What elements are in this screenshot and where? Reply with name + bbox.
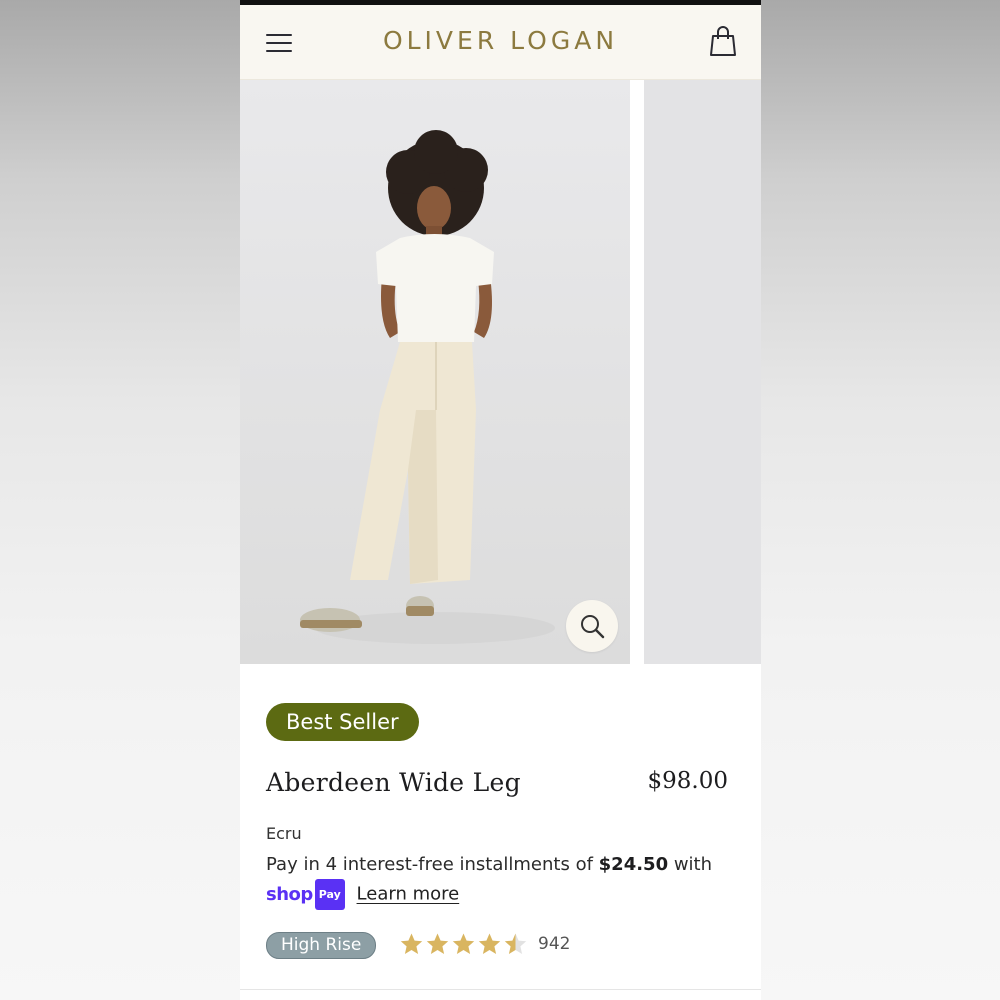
high-rise-badge: High Rise bbox=[266, 932, 377, 959]
installments-message: Pay in 4 interest-free installments of $… bbox=[266, 850, 746, 910]
magnifier-icon bbox=[581, 615, 605, 639]
shop-pay-word: shop bbox=[266, 884, 313, 905]
star-icon bbox=[426, 933, 449, 954]
installments-suffix: with bbox=[668, 854, 713, 875]
review-count[interactable]: 942 bbox=[538, 934, 570, 954]
rating-stars bbox=[399, 932, 528, 956]
model-photo bbox=[240, 80, 630, 664]
star-icon bbox=[478, 933, 501, 954]
product-image[interactable] bbox=[240, 80, 630, 664]
product-title: Aberdeen Wide Leg bbox=[266, 768, 521, 797]
installments-text: Pay in 4 interest-free installments of bbox=[266, 854, 599, 875]
installment-amount: $24.50 bbox=[598, 854, 669, 875]
divider bbox=[240, 989, 761, 990]
site-header: OLIVER LOGAN bbox=[240, 5, 761, 80]
next-product-image[interactable] bbox=[644, 80, 761, 664]
learn-more-link[interactable]: Learn more bbox=[357, 884, 460, 905]
phone-screen: OLIVER LOGAN Best Seller Aberdeen Wide L… bbox=[240, 0, 761, 1000]
zoom-button[interactable] bbox=[566, 600, 618, 652]
shop-pay-logo: shop Pay bbox=[266, 879, 345, 910]
star-icon bbox=[452, 933, 475, 954]
product-rating[interactable]: 942 bbox=[399, 930, 570, 958]
best-seller-badge: Best Seller bbox=[266, 703, 419, 741]
product-price: $98.00 bbox=[647, 768, 728, 794]
product-image-carousel[interactable] bbox=[240, 80, 761, 664]
star-icon bbox=[400, 933, 423, 954]
shop-pay-tag: Pay bbox=[314, 879, 345, 910]
half-star-icon bbox=[504, 933, 527, 954]
product-color: Ecru bbox=[266, 824, 302, 843]
brand-logo[interactable]: OLIVER LOGAN bbox=[240, 26, 761, 55]
shopping-bag-icon[interactable] bbox=[709, 25, 737, 57]
product-info: Best Seller Aberdeen Wide Leg $98.00 Ecr… bbox=[240, 664, 761, 1000]
